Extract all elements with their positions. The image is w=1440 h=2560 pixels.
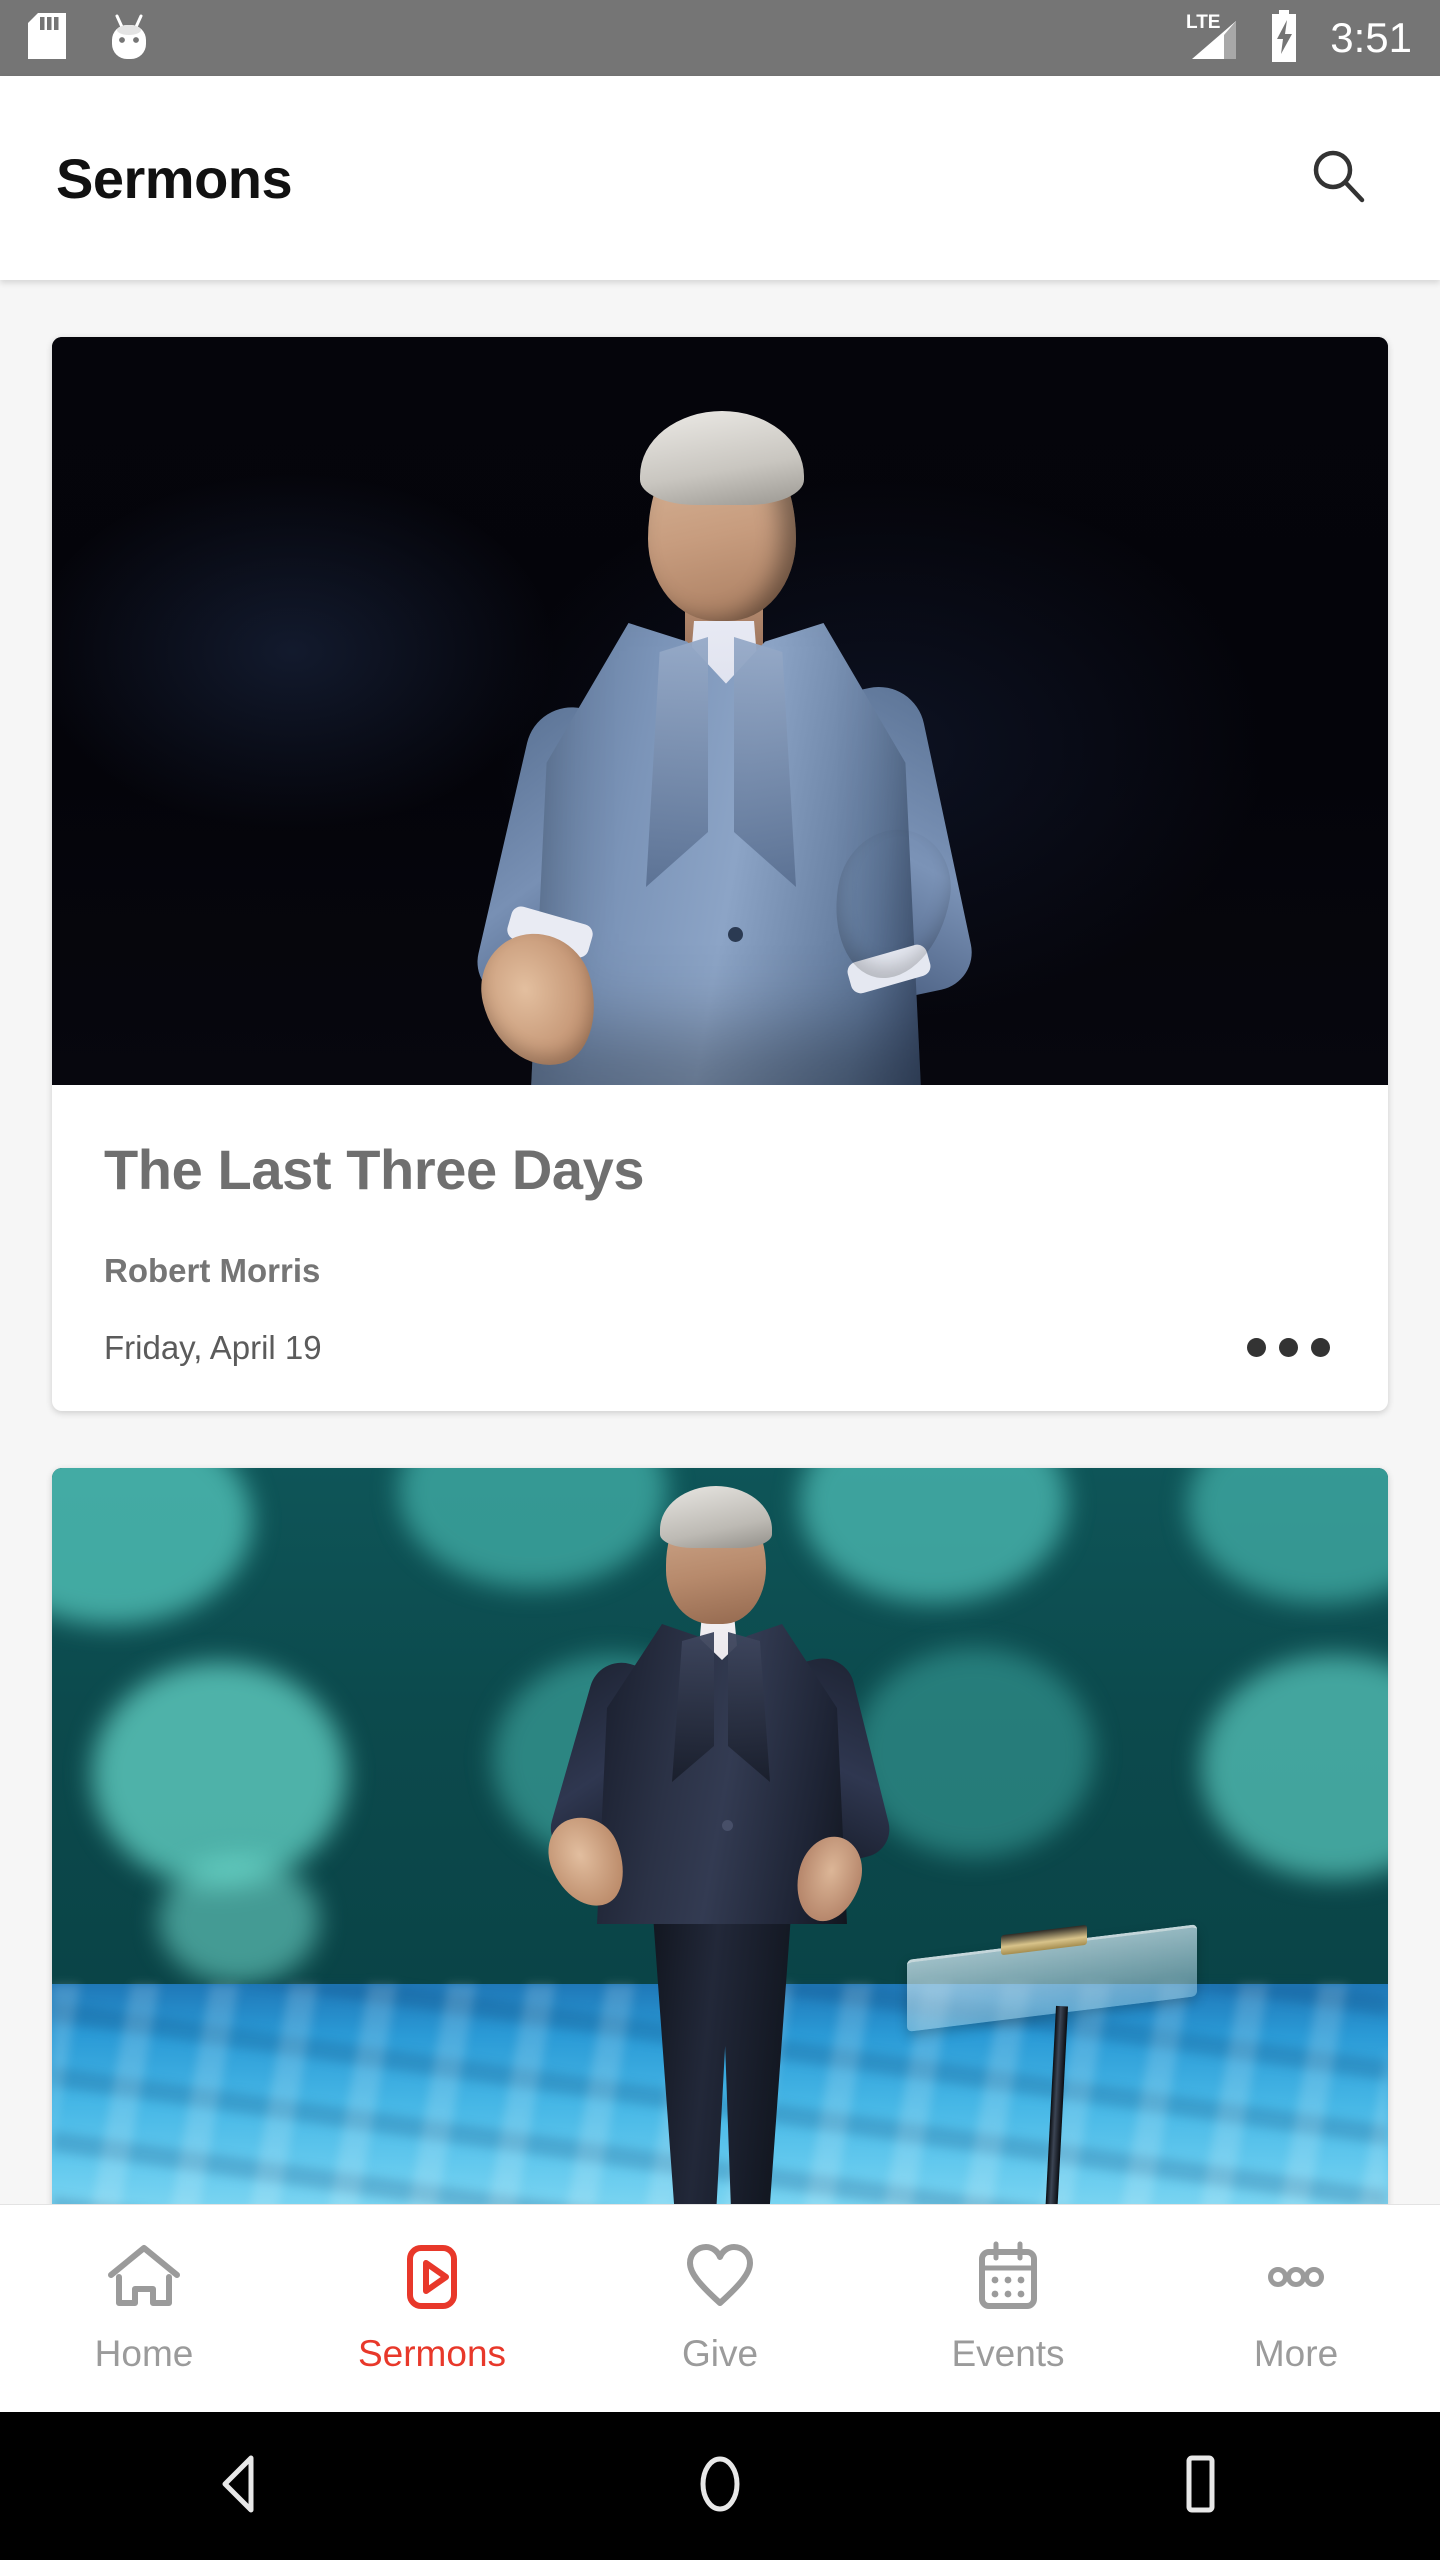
bokeh-light — [92, 1662, 346, 1887]
video-play-icon — [393, 2235, 471, 2319]
sermon-thumbnail[interactable] — [52, 337, 1388, 1085]
search-icon — [1307, 145, 1369, 212]
heart-icon — [681, 2235, 759, 2319]
sermon-date: Friday, April 19 — [104, 1328, 322, 1366]
android-navigation-bar — [0, 2412, 1440, 2560]
tab-label: Home — [94, 2333, 194, 2374]
back-button[interactable] — [0, 2453, 480, 2520]
tab-label: Sermons — [357, 2333, 507, 2374]
bokeh-light — [853, 1647, 1095, 1857]
back-triangle-icon — [213, 2453, 267, 2520]
sermon-title: The Last Three Days — [104, 1138, 645, 1201]
bottom-tab-bar: Home Sermons Give Events More — [0, 2204, 1440, 2412]
tab-give[interactable]: Give — [576, 2205, 864, 2412]
suit-button — [722, 1820, 733, 1831]
home-button[interactable] — [480, 2453, 960, 2520]
tab-events[interactable]: Events — [864, 2205, 1152, 2412]
battery-charging-icon — [1268, 9, 1300, 67]
page-title: Sermons — [56, 146, 293, 210]
tab-more[interactable]: More — [1152, 2205, 1440, 2412]
sermons-scroll-list[interactable]: The Last Three Days Robert Morris Friday… — [0, 280, 1440, 2284]
app-bar: Sermons — [0, 76, 1440, 280]
status-bar-left-icons — [28, 12, 152, 65]
tab-label: Events — [951, 2333, 1065, 2374]
home-icon — [105, 2235, 183, 2319]
calendar-icon — [969, 2235, 1047, 2319]
sermon-card-body: The Last Three Days Robert Morris Friday… — [52, 1085, 1388, 1411]
recents-square-icon — [1171, 2453, 1229, 2520]
search-button[interactable] — [1292, 132, 1384, 224]
status-bar-right-icons: LTE 3:51 — [1184, 9, 1412, 68]
sd-card-icon — [28, 12, 66, 64]
android-status-bar: LTE 3:51 — [0, 0, 1440, 76]
tab-label: Give — [681, 2333, 759, 2374]
tab-home[interactable]: Home — [0, 2205, 288, 2412]
android-mascot-icon — [106, 12, 152, 65]
sermon-overflow-button[interactable] — [1241, 1328, 1336, 1367]
tab-label: More — [1253, 2333, 1339, 2374]
recents-button[interactable] — [960, 2453, 1440, 2520]
suit-button — [728, 927, 743, 942]
sermon-thumbnail[interactable] — [52, 1468, 1388, 2216]
svg-text:LTE: LTE — [1186, 12, 1220, 33]
sermon-speaker: Robert Morris — [104, 1252, 321, 1289]
more-circles-icon — [1257, 2235, 1335, 2319]
sermon-card[interactable]: The Last Three Days Robert Morris Friday… — [52, 337, 1388, 1411]
status-bar-clock: 3:51 — [1330, 14, 1412, 61]
home-circle-icon — [690, 2453, 750, 2520]
bokeh-light — [158, 1856, 320, 1985]
more-horizontal-icon-dot — [1311, 1338, 1330, 1357]
more-horizontal-icon-dot — [1247, 1338, 1266, 1357]
tab-sermons[interactable]: Sermons — [288, 2205, 576, 2412]
more-horizontal-icon-dot — [1279, 1338, 1298, 1357]
sermon-card-footer: Friday, April 19 — [104, 1328, 1336, 1367]
sermon-card[interactable] — [52, 1468, 1388, 2216]
lte-signal-icon: LTE — [1184, 9, 1246, 68]
